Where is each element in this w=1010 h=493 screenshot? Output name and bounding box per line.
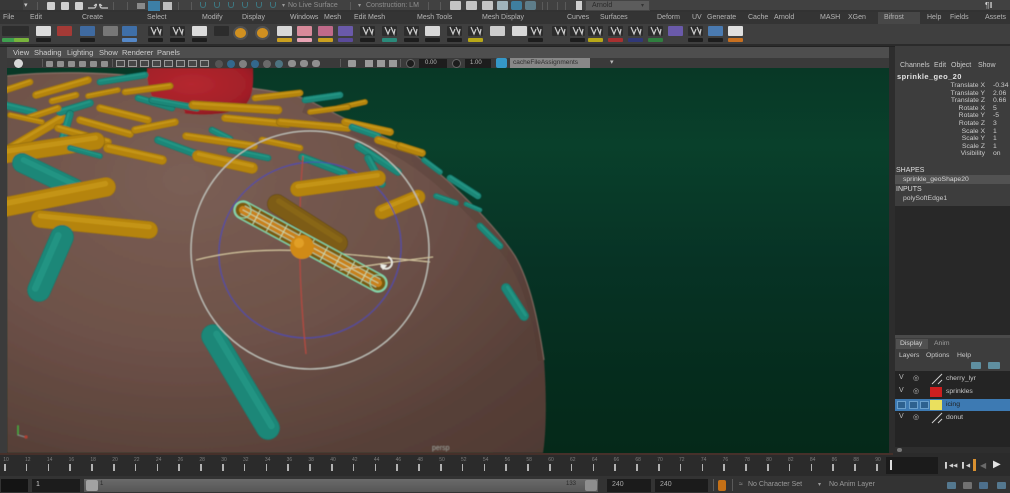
svg-text:persp: persp (432, 445, 450, 452)
